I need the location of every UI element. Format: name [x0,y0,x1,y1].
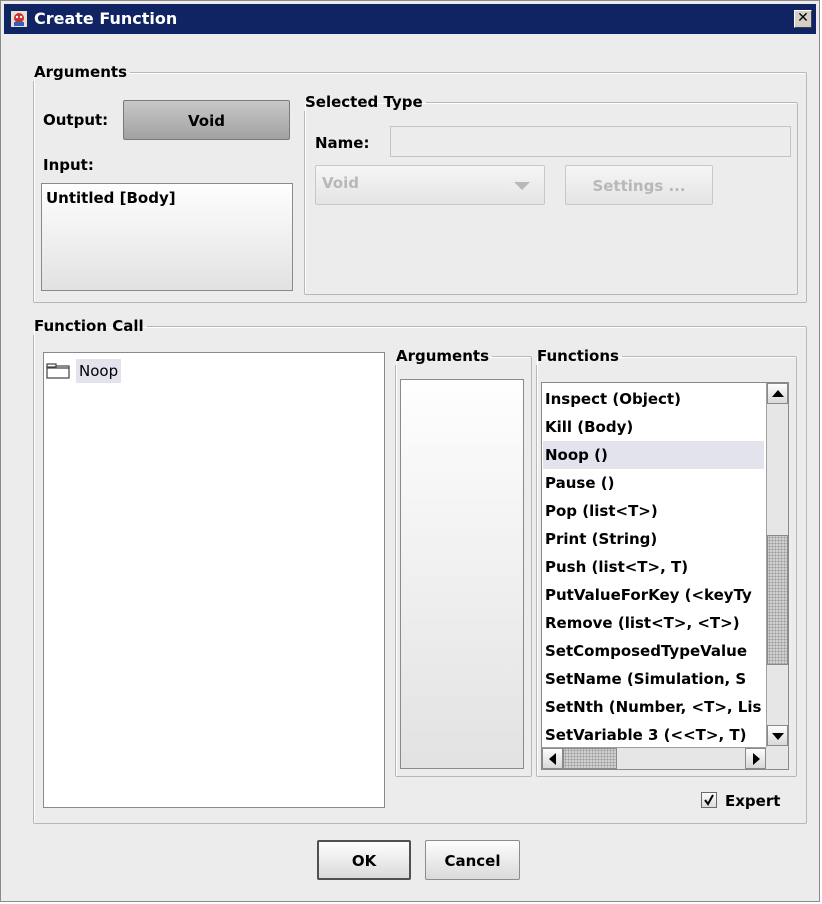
folder-icon [46,363,70,379]
arrow-left-icon [549,753,556,765]
input-label: Input: [43,156,94,174]
scroll-corner [766,747,788,769]
function-item[interactable]: PutValueForKey (<keyTy [545,581,752,609]
functions-horizontal-scrollbar[interactable] [542,747,766,769]
arrow-up-icon [772,390,784,397]
input-list-item[interactable]: Untitled [Body] [46,189,176,207]
function-item[interactable]: SetName (Simulation, S [545,665,746,693]
arrow-right-icon [753,753,760,765]
output-label: Output: [43,111,109,129]
input-list[interactable]: Untitled [Body] [41,183,293,291]
function-item[interactable]: Remove (list<T>, <T>) [545,609,740,637]
close-icon: ✕ [797,10,809,26]
arrow-down-icon [772,733,784,740]
function-item[interactable]: Pause () [545,469,614,497]
horizontal-scroll-thumb[interactable] [563,748,617,769]
name-field[interactable] [390,126,791,157]
vertical-scroll-thumb[interactable] [767,535,788,665]
function-item[interactable]: Kill (Body) [545,413,633,441]
tree-item-label: Noop [76,359,122,383]
chevron-down-icon [514,182,530,190]
close-button[interactable]: ✕ [794,10,812,28]
function-item-selected[interactable]: Noop () [543,441,764,469]
checkmark-icon [704,794,714,806]
functions-list[interactable]: Inspect (Object) Kill (Body) Noop () Pau… [541,382,789,770]
ok-button[interactable]: OK [317,840,411,880]
title-bar[interactable]: Create Function ✕ [4,4,816,34]
scroll-up-button[interactable] [767,383,788,404]
name-label: Name: [315,134,370,152]
function-item[interactable]: Push (list<T>, T) [545,553,688,581]
scroll-left-button[interactable] [542,748,563,769]
app-icon [11,11,27,27]
functions-vertical-scrollbar[interactable] [766,383,788,747]
expert-label: Expert [725,792,781,810]
expert-checkbox[interactable] [701,792,717,808]
function-item[interactable]: SetNth (Number, <T>, Lis [545,693,761,721]
cancel-button[interactable]: Cancel [425,840,520,880]
scroll-right-button[interactable] [745,748,766,769]
function-tree[interactable]: Noop [43,352,385,808]
call-arguments-legend: Arguments [396,347,490,365]
type-select-value: Void [322,174,359,192]
function-item[interactable]: SetVariable 3 (<<T>, T) [545,721,746,749]
functions-legend: Functions [537,347,619,365]
function-item[interactable]: SetComposedTypeValue [545,637,747,665]
create-function-dialog: Create Function ✕ Arguments Output: Void… [0,0,820,902]
settings-button[interactable]: Settings ... [565,165,713,205]
function-item[interactable]: Pop (list<T>) [545,497,658,525]
function-item[interactable]: Print (String) [545,525,657,553]
selected-type-legend: Selected Type [305,93,423,111]
window-title: Create Function [34,9,178,28]
scroll-down-button[interactable] [767,725,788,746]
call-arguments-list[interactable] [400,379,524,769]
output-type-button[interactable]: Void [123,100,290,140]
type-select[interactable]: Void [315,165,545,205]
function-call-legend: Function Call [34,317,144,335]
function-item[interactable]: Inspect (Object) [545,385,681,413]
arguments-legend: Arguments [34,63,128,81]
